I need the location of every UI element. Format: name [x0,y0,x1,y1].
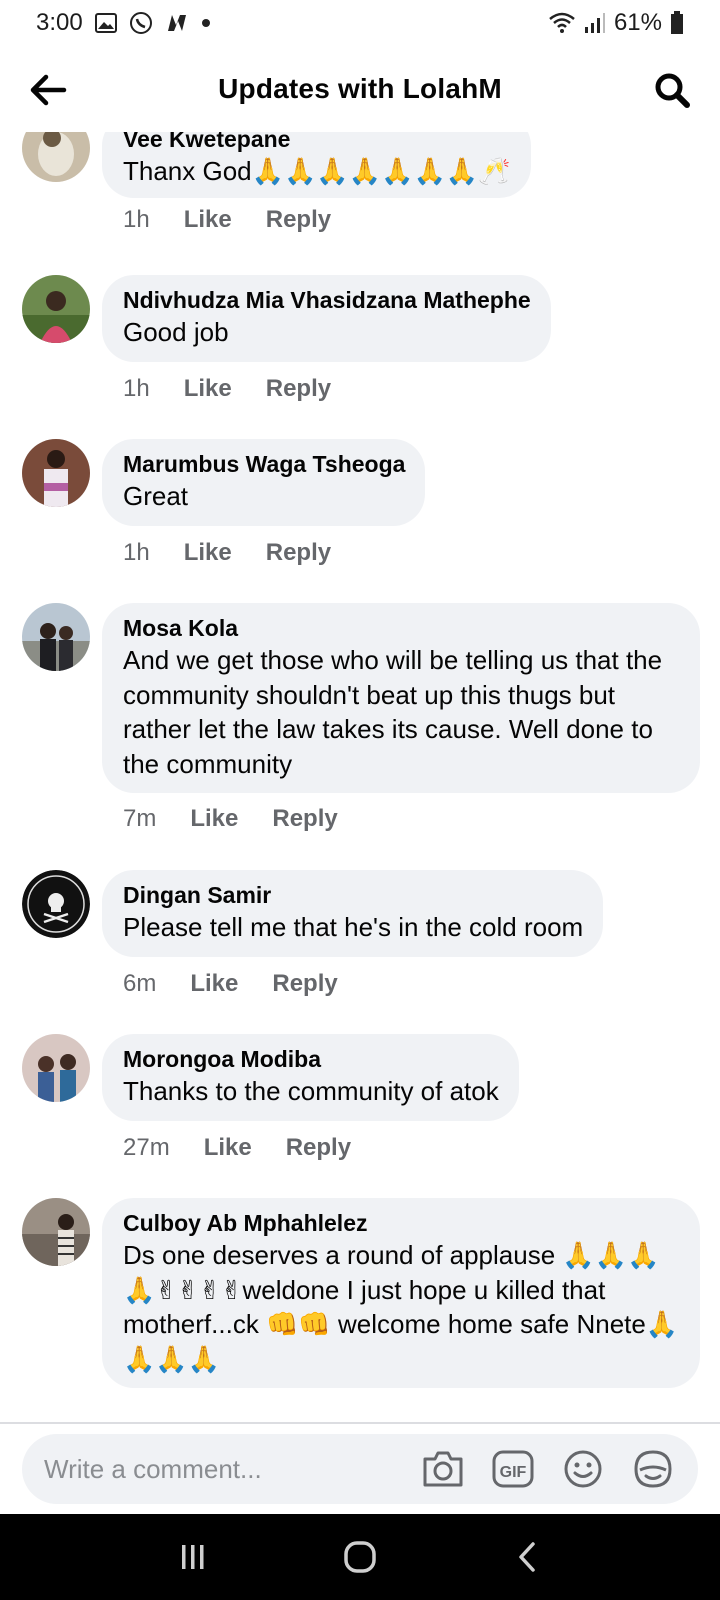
svg-text:GIF: GIF [500,1464,527,1481]
news-app-icon [165,13,189,33]
comment-text: Great [123,481,189,511]
signal-icon [584,12,606,34]
comment-bubble[interactable]: Morongoa Modiba Thanks to the community … [102,1034,519,1121]
comment-text: Please tell me that he's in the cold roo… [123,912,584,942]
comment-actions: 1h Like Reply [123,375,365,403]
status-right: 61% [548,9,684,37]
comment-list[interactable]: Vee Kwetepane Thanx God🙏🙏🙏🙏🙏🙏🙏🥂 1h Like … [0,132,720,1422]
back-arrow-icon[interactable] [28,70,68,110]
search-icon[interactable] [652,70,692,110]
like-button[interactable]: Like [204,1134,252,1162]
comment-time: 1h [123,375,150,402]
gallery-icon [94,13,117,33]
comment-bubble[interactable]: Marumbus Waga Tsheoga Great [102,439,426,526]
comment-time: 1h [123,206,150,233]
avatar[interactable] [22,603,90,671]
page-title: Updates with LolahM [218,73,502,104]
comment-bubble[interactable]: Culboy Ab Mphahlelez Ds one deserves a r… [102,1198,700,1388]
comment-text: Ds one deserves a round of applause 🙏🙏🙏🙏… [123,1240,679,1374]
reply-button[interactable]: Reply [272,970,337,998]
status-bar: 3:00 61% [0,0,720,46]
composer-divider [0,1422,720,1424]
commenter-name[interactable]: Morongoa Modiba [123,1044,499,1074]
reply-button[interactable]: Reply [266,375,331,403]
avatar[interactable] [22,275,90,343]
back-icon[interactable] [497,1537,557,1577]
avatar[interactable] [22,439,90,507]
comment-actions: 1h Like Reply [123,539,365,567]
avatar[interactable] [22,870,90,938]
battery-icon [670,11,684,35]
comment-actions: 27m Like Reply [123,1134,385,1162]
commenter-name[interactable]: Culboy Ab Mphahlelez [123,1208,680,1238]
battery-percent: 61% [613,9,662,36]
commenter-name[interactable]: Ndivhudza Mia Vhasidzana Mathephe [123,285,531,315]
comment-bubble[interactable]: Ndivhudza Mia Vhasidzana Mathephe Good j… [102,275,551,362]
comment-time: 1h [123,539,150,566]
comment-time: 6m [123,970,157,997]
comment-text: And we get those who will be telling us … [123,645,663,779]
reply-button[interactable]: Reply [266,206,331,234]
comment-input[interactable]: Write a comment... [44,1454,396,1485]
commenter-name[interactable]: Mosa Kola [123,613,680,643]
status-left: 3:00 [36,9,211,37]
wifi-icon [548,12,576,34]
reply-button[interactable]: Reply [266,539,331,567]
comment-composer[interactable]: Write a comment... GIF [22,1434,698,1504]
like-button[interactable]: Like [184,206,232,234]
comment-time: 7m [123,805,157,832]
whatsapp-icon [129,11,153,35]
comment-bubble[interactable]: Dingan Samir Please tell me that he's in… [102,870,604,957]
home-icon[interactable] [330,1537,390,1577]
like-button[interactable]: Like [190,805,238,833]
avatar[interactable] [22,132,90,182]
comment-time: 27m [123,1134,170,1161]
system-nav-bar [0,1514,720,1600]
comment-text: Good job [123,317,229,347]
app-header: Updates with LolahM [0,46,720,132]
camera-icon[interactable] [420,1446,466,1492]
comment-bubble[interactable]: Vee Kwetepane Thanx God🙏🙏🙏🙏🙏🙏🙏🥂 [102,132,531,198]
like-button[interactable]: Like [184,539,232,567]
avatar[interactable] [22,1034,90,1102]
commenter-name[interactable]: Marumbus Waga Tsheoga [123,449,405,479]
recent-apps-icon[interactable] [163,1537,223,1577]
comment-bubble[interactable]: Mosa Kola And we get those who will be t… [102,603,700,793]
comment-actions: 1h Like Reply [123,206,365,234]
commenter-name[interactable]: Vee Kwetepane [123,132,511,154]
comment-text: Thanks to the community of atok [123,1076,499,1106]
gif-icon[interactable]: GIF [490,1446,536,1492]
avatar[interactable] [22,1198,90,1266]
notification-dot-icon [201,18,211,28]
comment-text: Thanx God🙏🙏🙏🙏🙏🙏🙏🥂 [123,156,511,186]
reply-button[interactable]: Reply [286,1134,351,1162]
comment-actions: 6m Like Reply [123,970,372,998]
like-button[interactable]: Like [184,375,232,403]
comment-actions: 7m Like Reply [123,805,372,833]
emoji-icon[interactable] [560,1446,606,1492]
like-button[interactable]: Like [190,970,238,998]
commenter-name[interactable]: Dingan Samir [123,880,583,910]
sticker-icon[interactable] [630,1446,676,1492]
status-time: 3:00 [36,9,83,36]
reply-button[interactable]: Reply [272,805,337,833]
